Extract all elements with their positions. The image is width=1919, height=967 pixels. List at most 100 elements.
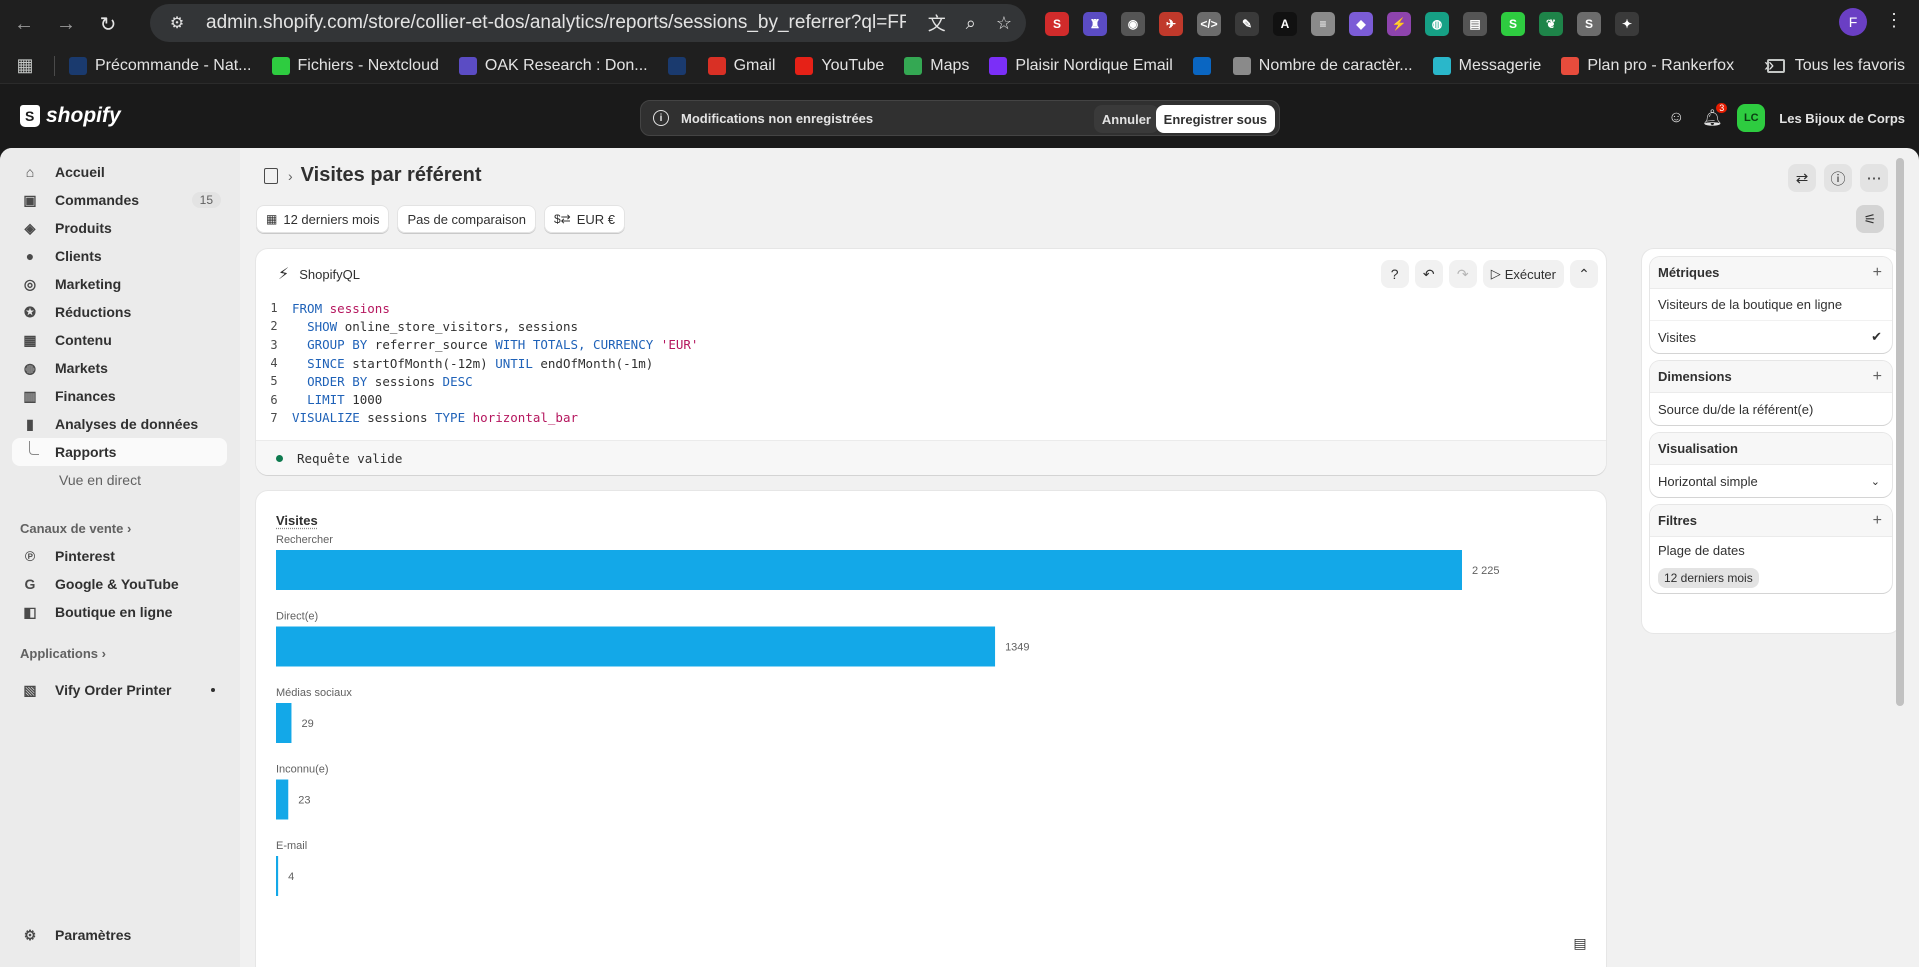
bar-2[interactable] xyxy=(276,703,292,743)
metric-online-store-visitors[interactable]: Visiteurs de la boutique en ligne xyxy=(1650,289,1892,321)
applications-heading[interactable]: Applications › xyxy=(20,646,106,661)
forward-icon[interactable]: → xyxy=(48,6,84,42)
bar-3[interactable] xyxy=(276,779,289,820)
chart-title[interactable]: Visites xyxy=(276,513,318,528)
code-line[interactable]: 1 FROM sessions xyxy=(256,299,1606,317)
sidebar-item-vue-en-direct[interactable]: Vue en direct xyxy=(12,466,227,494)
bookmark-item[interactable]: Fichiers - Nextcloud xyxy=(271,56,439,75)
sidebar-item-globe[interactable]: ◍ Markets xyxy=(12,354,227,382)
bookmark-item[interactable]: OAK Research : Don... xyxy=(458,56,648,75)
bookmark-star-icon[interactable]: ☆ xyxy=(996,13,1012,34)
reload-icon[interactable]: ↻ xyxy=(90,6,126,42)
sidebar-item-home[interactable]: ⌂ Accueil xyxy=(12,158,227,186)
metric-visits[interactable]: Visites ✔ xyxy=(1650,321,1892,353)
sidekick-icon[interactable]: ☺ xyxy=(1665,107,1687,129)
add-dimension-icon[interactable]: + xyxy=(1873,368,1882,386)
collapse-chevron-icon[interactable]: ⌃ xyxy=(1570,260,1598,288)
code-line[interactable]: 5 ORDER BY sessions DESC xyxy=(256,372,1606,390)
bar-0[interactable] xyxy=(276,550,1462,590)
sync-icon[interactable]: ⇄ xyxy=(1788,164,1816,192)
date-range-filter[interactable]: ▦ 12 derniers mois xyxy=(256,205,390,233)
bar-1[interactable] xyxy=(276,626,996,667)
page-scrollbar[interactable] xyxy=(1896,158,1904,706)
sidebar-app-vify[interactable]: ▧ Vify Order Printer xyxy=(12,676,227,704)
sidebar-item-orders[interactable]: ▣ Commandes 15 xyxy=(12,186,227,214)
back-icon[interactable]: ← xyxy=(6,6,42,42)
run-query-button[interactable]: ▷ Exécuter xyxy=(1482,260,1564,288)
sidebar-channel-google[interactable]: G Google & YouTube xyxy=(12,570,227,598)
zoom-icon[interactable]: ⌕ xyxy=(966,13,976,34)
ext-grey-s-icon[interactable]: S xyxy=(1577,12,1601,36)
code-line[interactable]: 2 SHOW online_store_visitors, sessions xyxy=(256,317,1606,335)
add-metric-icon[interactable]: + xyxy=(1873,264,1882,282)
sidebar-item-rapports[interactable]: Rapports xyxy=(12,438,227,466)
code-line[interactable]: 7 VISUALIZE sessions TYPE horizontal_bar xyxy=(256,409,1606,427)
profile-avatar[interactable]: F xyxy=(1839,8,1867,36)
ext-camera-icon[interactable]: ◉ xyxy=(1121,12,1145,36)
sidebar-item-settings[interactable]: ⚙ Paramètres xyxy=(12,921,227,949)
ext-globe-icon[interactable]: ◍ xyxy=(1425,12,1449,36)
sliders-icon[interactable]: ⚟ xyxy=(1856,205,1884,233)
sidebar-item-bank[interactable]: ▥ Finances xyxy=(12,382,227,410)
browser-menu-icon[interactable]: ⋮ xyxy=(1885,10,1903,31)
bookmark-item[interactable]: Messagerie xyxy=(1432,56,1541,75)
bookmark-item[interactable] xyxy=(667,56,694,75)
bar-4[interactable] xyxy=(276,856,279,896)
redo-icon[interactable]: ↷ xyxy=(1448,260,1477,288)
sidebar-item-content[interactable]: ▦ Contenu xyxy=(12,326,227,354)
report-doc-icon[interactable] xyxy=(264,167,278,184)
ext-eyedropper-icon[interactable]: ✎ xyxy=(1235,12,1259,36)
sales-channels-heading[interactable]: Canaux de vente › xyxy=(20,521,131,536)
site-settings-icon[interactable]: ⚙ xyxy=(166,12,188,34)
sidebar-channel-pinterest[interactable]: ℗ Pinterest xyxy=(12,542,227,570)
sidebar-item-tag[interactable]: ◈ Produits xyxy=(12,214,227,242)
code-line[interactable]: 3 GROUP BY referrer_source WITH TOTALS, … xyxy=(256,336,1606,354)
ext-leaf-icon[interactable]: ❦ xyxy=(1539,12,1563,36)
table-view-icon[interactable]: ▤ xyxy=(1566,929,1594,957)
store-name[interactable]: Les Bijoux de Corps xyxy=(1779,111,1905,126)
shopify-logo[interactable]: shopify xyxy=(20,104,121,128)
save-as-button[interactable]: Enregistrer sous xyxy=(1155,105,1275,133)
ext-purple-icon[interactable]: ⚡ xyxy=(1387,12,1411,36)
add-filter-icon[interactable]: + xyxy=(1873,512,1882,530)
ext-hat-icon[interactable]: ♜ xyxy=(1083,12,1107,36)
info-circle-icon[interactable]: ⓘ xyxy=(1824,164,1852,192)
code-line[interactable]: 4 SINCE startOfMonth(-12m) UNTIL endOfMo… xyxy=(256,354,1606,372)
ext-diamond-icon[interactable]: ◆ xyxy=(1349,12,1373,36)
address-bar[interactable]: ⚙ admin.shopify.com/store/collier-et-dos… xyxy=(150,4,1026,42)
ext-shop-icon[interactable]: ▤ xyxy=(1463,12,1487,36)
ext-green-s-icon[interactable]: S xyxy=(1501,12,1525,36)
sidebar-item-discount[interactable]: ✪ Réductions xyxy=(12,298,227,326)
notifications-bell-icon[interactable]: 🔔︎ 3 xyxy=(1701,103,1728,129)
apps-grid-icon[interactable]: ▦ xyxy=(14,55,36,77)
filter-value-tag[interactable]: 12 derniers mois xyxy=(1658,568,1759,588)
bookmark-item[interactable]: Précommande - Nat... xyxy=(69,56,252,75)
sidebar-item-person[interactable]: ● Clients xyxy=(12,242,227,270)
help-icon[interactable]: ? xyxy=(1380,260,1409,288)
ext-puzzle-icon[interactable]: ✦ xyxy=(1615,12,1639,36)
visualization-select[interactable]: Horizontal simple ⌄ xyxy=(1650,465,1892,497)
undo-icon[interactable]: ↶ xyxy=(1414,260,1443,288)
store-avatar[interactable]: LC xyxy=(1737,104,1766,132)
ext-red-s-icon[interactable]: S xyxy=(1045,12,1069,36)
code-line[interactable]: 6 LIMIT 1000 xyxy=(256,390,1606,408)
code-editor[interactable]: 1 FROM sessions 2 SHOW online_store_visito… xyxy=(256,299,1606,427)
bookmark-item[interactable]: Gmail xyxy=(707,56,775,75)
bookmark-item[interactable]: Plaisir Nordique Email xyxy=(989,56,1173,75)
sidebar-item-chart[interactable]: ▮ Analyses de données xyxy=(12,410,227,438)
translate-icon[interactable]: 文 xyxy=(928,10,946,36)
sidebar-item-target[interactable]: ◎ Marketing xyxy=(12,270,227,298)
bookmark-item[interactable]: Maps xyxy=(904,56,969,75)
ext-code-icon[interactable]: </> xyxy=(1197,12,1221,36)
bookmark-item[interactable]: YouTube xyxy=(795,56,884,75)
ext-doc-icon[interactable]: ≡ xyxy=(1311,12,1335,36)
ext-bird-icon[interactable]: ✈ xyxy=(1159,12,1183,36)
cancel-button[interactable]: Annuler xyxy=(1093,105,1159,133)
more-actions-icon[interactable]: ⋯ xyxy=(1860,164,1888,192)
filter-date-range[interactable]: 12 derniers mois xyxy=(1650,563,1892,593)
currency-filter[interactable]: $⇄ EUR € xyxy=(543,205,625,233)
bookmark-item[interactable]: Plan pro - Rankerfox xyxy=(1561,56,1734,75)
comparison-filter[interactable]: Pas de comparaison xyxy=(397,205,536,233)
bookmark-item[interactable] xyxy=(1192,56,1219,75)
sidebar-channel-store[interactable]: ◧ Boutique en ligne xyxy=(12,598,227,626)
